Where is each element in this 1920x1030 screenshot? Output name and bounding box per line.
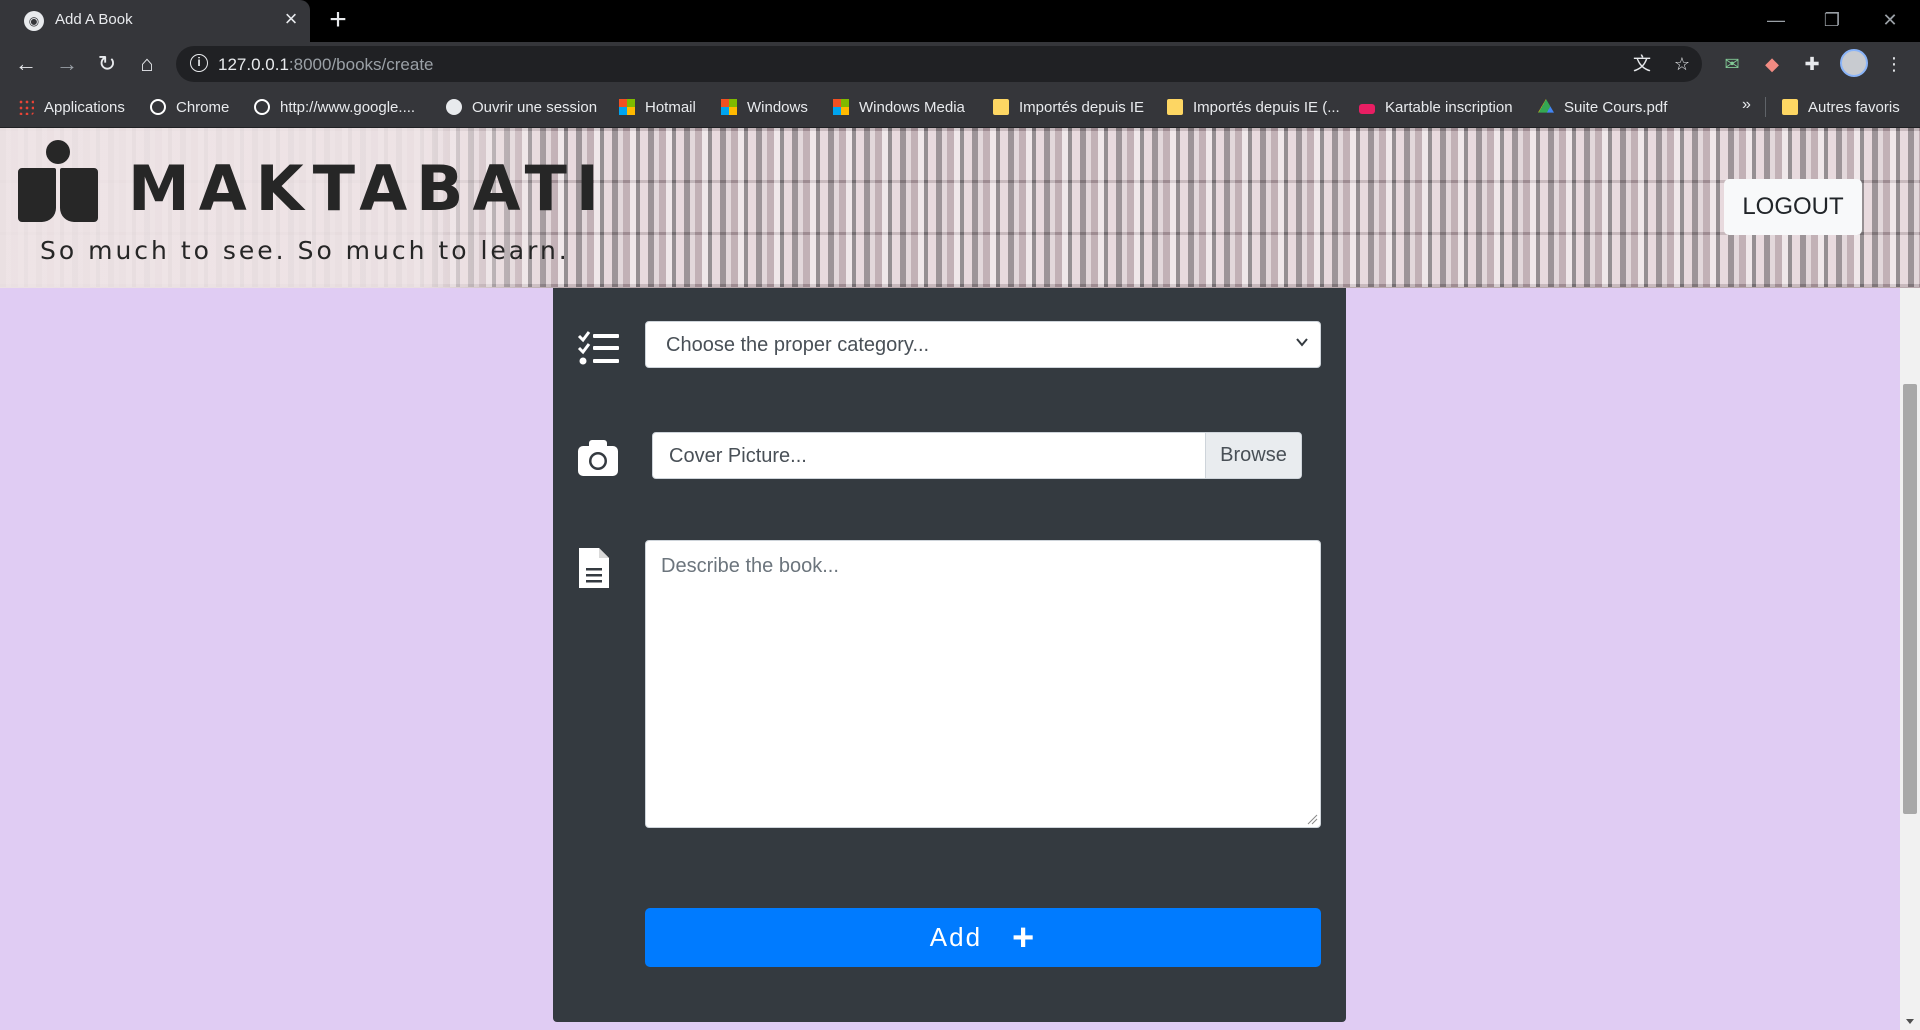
tab-active[interactable]: ◉ Add A Book × [0, 0, 310, 42]
bookmark-suite-cours[interactable]: Suite Cours.pdf [1538, 97, 1667, 117]
category-select-value: Choose the proper category... [666, 334, 930, 356]
site-brand: MAKTABATI [128, 152, 608, 225]
folder-icon [993, 99, 1009, 115]
close-tab-icon[interactable]: × [280, 7, 302, 31]
bookmark-windows-media[interactable]: Windows Media [833, 97, 965, 117]
bookmark-label: Ouvrir une session [472, 98, 598, 116]
translate-icon[interactable]: 文 [1630, 52, 1654, 76]
bookmark-label: Importés depuis IE (... [1193, 98, 1340, 116]
bookmarks-divider [1765, 97, 1766, 117]
bookmark-label: Applications [44, 98, 125, 116]
bookmark-other-favorites[interactable]: Autres favoris [1782, 97, 1900, 117]
url-host: 127.0.0.1 [218, 55, 289, 74]
add-button-label: Add [929, 922, 983, 952]
google-drive-icon [1538, 99, 1554, 113]
kartable-icon [1359, 104, 1375, 114]
globe-icon: ◉ [24, 11, 44, 31]
minimize-icon[interactable]: — [1756, 4, 1796, 36]
google-icon [254, 99, 270, 115]
tasks-list-icon [577, 331, 619, 365]
apps-grid-icon [18, 99, 34, 115]
camera-icon [578, 440, 618, 476]
home-icon[interactable]: ⌂ [131, 48, 163, 80]
scrollbar-thumb[interactable] [1903, 384, 1917, 814]
profile-avatar[interactable] [1840, 49, 1868, 77]
cover-picture-placeholder: Cover Picture... [669, 445, 807, 467]
reader-logo-icon [18, 140, 98, 230]
extension-red-icon[interactable]: ◆ [1758, 50, 1786, 78]
close-window-icon[interactable]: ✕ [1870, 4, 1910, 36]
bookmark-label: Hotmail [645, 98, 696, 116]
bookmark-chrome[interactable]: Chrome [150, 97, 229, 117]
bookmarks-overflow-button[interactable]: » [1742, 96, 1751, 114]
bookmark-label: Autres favoris [1808, 98, 1900, 116]
description-placeholder: Describe the book... [661, 555, 839, 577]
add-book-button[interactable]: Add + [645, 908, 1321, 967]
extension-mail-icon[interactable]: ✉ [1718, 50, 1746, 78]
site-slogan: So much to see. So much to learn. [40, 236, 570, 265]
url-path: :8000/books/create [288, 55, 434, 74]
chevron-down-icon [1296, 338, 1308, 347]
scroll-down-icon[interactable] [1905, 1016, 1915, 1026]
description-textarea[interactable]: Describe the book... [645, 540, 1321, 828]
site-header: MAKTABATI So much to see. So much to lea… [0, 128, 1920, 288]
windows-icon [833, 99, 849, 115]
menu-kebab-icon[interactable]: ⋮ [1880, 50, 1908, 78]
new-tab-icon[interactable]: + [324, 4, 352, 36]
bookmark-label: Windows [747, 98, 808, 116]
bookmark-ouvrir-session[interactable]: Ouvrir une session [446, 97, 597, 117]
bookmark-label: Suite Cours.pdf [1564, 98, 1668, 116]
globe-icon [446, 99, 462, 115]
bookmark-google[interactable]: http://www.google.... [254, 97, 415, 117]
google-icon [150, 99, 166, 115]
bookmark-label: http://www.google.... [280, 98, 416, 116]
windows-icon [721, 99, 737, 115]
windows-icon [619, 99, 635, 115]
browse-button[interactable]: Browse [1205, 433, 1301, 478]
folder-icon [1782, 99, 1798, 115]
folder-icon [1167, 99, 1183, 115]
browser-toolbar: ← → ↻ ⌂ i 127.0.0.1:8000/books/create 文 … [0, 42, 1920, 86]
page-scrollbar[interactable] [1900, 288, 1920, 1030]
tab-strip: ◉ Add A Book × + — ❐ ✕ [0, 0, 1920, 42]
bookmark-label: Windows Media [859, 98, 965, 116]
bookmark-label: Importés depuis IE [1019, 98, 1145, 116]
site-info-icon[interactable]: i [190, 54, 208, 72]
cover-picture-input[interactable]: Cover Picture... Browse [652, 432, 1302, 479]
bookmarks-bar: Applications Chrome http://www.google...… [0, 86, 1920, 128]
reload-icon[interactable]: ↻ [91, 48, 123, 80]
bookmark-label: Chrome [176, 98, 230, 116]
star-icon[interactable]: ☆ [1670, 52, 1694, 76]
document-icon [579, 548, 609, 588]
plus-icon: + [1012, 916, 1037, 959]
bookmark-windows[interactable]: Windows [721, 97, 808, 117]
bookmark-hotmail[interactable]: Hotmail [619, 97, 696, 117]
forward-icon[interactable]: → [51, 48, 83, 80]
url-text: 127.0.0.1:8000/books/create [218, 55, 434, 75]
tab-title: Add A Book [55, 11, 133, 28]
bookmark-folder-ie-2[interactable]: Importés depuis IE (... [1167, 97, 1340, 117]
extensions-puzzle-icon[interactable]: ✚ [1798, 50, 1826, 78]
bookmark-applications[interactable]: Applications [18, 97, 125, 117]
bookmark-folder-ie[interactable]: Importés depuis IE [993, 97, 1144, 117]
restore-icon[interactable]: ❐ [1812, 4, 1852, 36]
browser-chrome: ◉ Add A Book × + — ❐ ✕ ← → ↻ ⌂ i 127.0.0… [0, 0, 1920, 128]
resize-handle[interactable] [1306, 813, 1318, 825]
add-book-form: Choose the proper category... Cover Pict… [553, 288, 1346, 1022]
bookmark-label: Kartable inscription [1385, 98, 1513, 116]
bookmark-kartable[interactable]: Kartable inscription [1359, 97, 1513, 117]
address-bar[interactable]: i 127.0.0.1:8000/books/create 文 ☆ [176, 46, 1702, 82]
back-icon[interactable]: ← [10, 48, 42, 80]
category-select[interactable]: Choose the proper category... [645, 321, 1321, 368]
logout-button[interactable]: LOGOUT [1724, 179, 1862, 235]
